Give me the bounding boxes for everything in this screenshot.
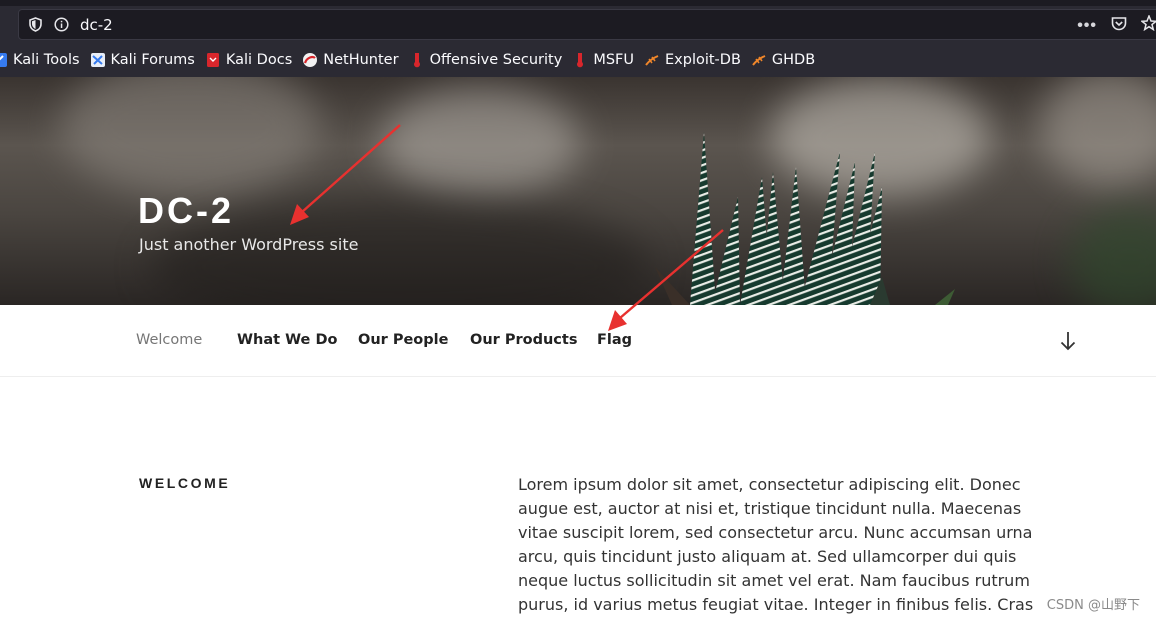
- bookmark-exploit-db[interactable]: Exploit-DB: [644, 52, 741, 68]
- browser-chrome: dc-2 ••• Kali Tools Kali Forums Kali Doc…: [0, 0, 1156, 77]
- nav-item-welcome[interactable]: Welcome: [136, 332, 202, 348]
- site-title[interactable]: DC-2: [138, 190, 234, 232]
- welcome-body-text: Lorem ipsum dolor sit amet, consectetur …: [518, 475, 1034, 614]
- nav-item-what-we-do[interactable]: What We Do: [237, 332, 337, 348]
- nav-item-our-products[interactable]: Our Products: [470, 332, 577, 348]
- site-info-icon[interactable]: [54, 17, 69, 32]
- bookmark-kali-forums[interactable]: Kali Forums: [90, 52, 195, 68]
- watermark: CSDN @山野下: [1046, 594, 1140, 613]
- kali-tools-icon: [0, 52, 8, 68]
- offsec-icon: [409, 52, 425, 68]
- bookmark-offensive-security[interactable]: Offensive Security: [409, 52, 562, 68]
- page-actions-menu-icon[interactable]: •••: [1077, 17, 1097, 35]
- address-bar[interactable]: dc-2 •••: [18, 9, 1156, 40]
- address-bar-actions: •••: [1077, 10, 1156, 41]
- pocket-icon[interactable]: [1111, 16, 1127, 36]
- site-description: Just another WordPress site: [139, 235, 359, 254]
- nethunter-icon: [302, 52, 318, 68]
- nav-item-our-people[interactable]: Our People: [358, 332, 448, 348]
- site-header-hero: DC-2 Just another WordPress site: [0, 77, 1156, 305]
- tab-strip: [0, 0, 1156, 6]
- kali-forums-icon: [90, 52, 106, 68]
- tracking-shield-icon[interactable]: [28, 17, 42, 32]
- exploitdb-icon: [644, 52, 660, 68]
- section-title: WELCOME: [139, 475, 231, 491]
- bookmark-kali-docs[interactable]: Kali Docs: [205, 52, 292, 68]
- bookmark-ghdb[interactable]: GHDB: [751, 52, 815, 68]
- bookmark-nethunter[interactable]: NetHunter: [302, 52, 399, 68]
- nav-item-flag[interactable]: Flag: [597, 332, 632, 348]
- msfu-icon: [572, 52, 588, 68]
- bookmark-kali-tools[interactable]: Kali Tools: [0, 52, 80, 68]
- main-navigation: Welcome What We Do Our People Our Produc…: [0, 305, 1156, 377]
- ghdb-icon: [751, 52, 767, 68]
- bookmark-star-icon[interactable]: [1140, 13, 1156, 36]
- kali-docs-icon: [205, 52, 221, 68]
- bookmarks-toolbar: Kali Tools Kali Forums Kali Docs NetHunt…: [0, 46, 825, 74]
- scroll-down-arrow-icon[interactable]: [1058, 330, 1078, 352]
- url-text[interactable]: dc-2: [80, 16, 113, 34]
- bookmark-msfu[interactable]: MSFU: [572, 52, 634, 68]
